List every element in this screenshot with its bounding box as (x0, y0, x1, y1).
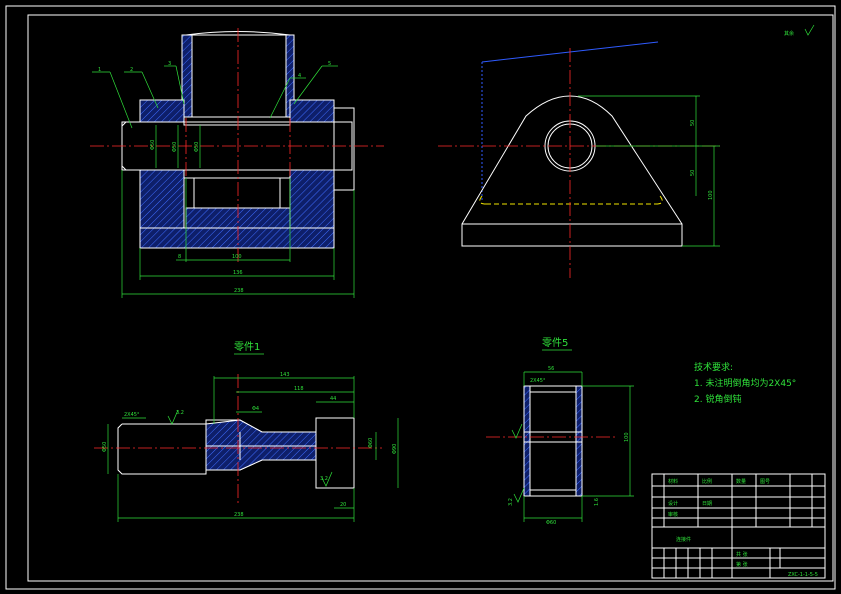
title-block: 材料 比例 数量 图号 设计 审核 日期 共 张 第 张 连接件 ZXC-1-1… (651, 473, 826, 579)
svg-text:Φ60: Φ60 (546, 520, 556, 526)
front-section-view (90, 28, 384, 262)
balloon-3: 3 (168, 61, 171, 67)
svg-text:143: 143 (280, 372, 290, 378)
technical-requirements: 技术要求: 1. 未注明倒角均为2X45° 2. 锐角倒钝 (694, 361, 796, 405)
svg-text:Φ50: Φ50 (102, 442, 108, 452)
svg-text:Φ4: Φ4 (252, 406, 259, 412)
svg-text:材料: 材料 (668, 478, 678, 485)
svg-text:238: 238 (234, 512, 244, 518)
requirement-1: 1. 未注明倒角均为2X45° (694, 377, 796, 389)
part1-view: 零件1 143 118 44 Φ4 2X45° 3.2 Φ50 Φ90 Φ60 (94, 341, 399, 522)
balloon-2: 2 (130, 67, 133, 73)
svg-text:Φ50: Φ50 (194, 142, 200, 152)
svg-text:第 张: 第 张 (736, 561, 748, 568)
cad-drawing-canvas: 其余 1 2 3 4 5 Φ50 Φ50 Φ50 100 8 136 238 5… (5, 5, 836, 590)
svg-text:1.6: 1.6 (594, 498, 600, 506)
svg-text:136: 136 (233, 270, 243, 276)
drawing-number: ZXC-1-1-5-5 (788, 572, 818, 578)
part5-title: 零件5 (542, 337, 568, 349)
svg-text:50: 50 (690, 120, 696, 126)
svg-text:100: 100 (624, 432, 630, 442)
svg-text:审核: 审核 (668, 511, 678, 518)
svg-text:20: 20 (340, 502, 346, 508)
part-name: 连接件 (676, 536, 691, 543)
balloon-4: 4 (298, 73, 301, 79)
svg-text:Φ50: Φ50 (150, 140, 156, 150)
requirement-2: 2. 锐角倒钝 (694, 393, 741, 405)
svg-text:3.2: 3.2 (508, 498, 514, 506)
svg-text:2X45°: 2X45° (124, 412, 140, 418)
part5-view: 零件5 56 2X45° 100 Φ60 3.2 1.6 (486, 337, 634, 526)
svg-text:44: 44 (330, 396, 336, 402)
svg-text:共 张: 共 张 (736, 551, 748, 558)
svg-text:数量: 数量 (736, 478, 746, 485)
balloon-5: 5 (328, 61, 331, 67)
svg-text:图号: 图号 (760, 479, 770, 485)
svg-text:设计: 设计 (668, 500, 678, 507)
side-view: 50 50 100 (438, 41, 720, 278)
balloon-1: 1 (98, 67, 101, 73)
svg-text:50: 50 (690, 170, 696, 176)
svg-text:比例: 比例 (702, 478, 712, 485)
svg-text:Φ60: Φ60 (368, 438, 374, 448)
svg-text:Φ90: Φ90 (392, 444, 398, 454)
part1-title: 零件1 (234, 341, 260, 353)
svg-text:3.2: 3.2 (320, 476, 328, 482)
svg-text:100: 100 (708, 190, 714, 200)
svg-text:8: 8 (178, 254, 181, 260)
svg-text:日期: 日期 (702, 501, 712, 507)
svg-text:100: 100 (232, 254, 242, 260)
svg-text:Φ50: Φ50 (172, 142, 178, 152)
svg-text:238: 238 (234, 288, 244, 294)
svg-text:118: 118 (294, 386, 304, 392)
svg-text:2X45°: 2X45° (530, 378, 546, 384)
svg-text:3.2: 3.2 (176, 410, 184, 416)
surface-roughness-note: 其余 (784, 30, 794, 37)
roughness-symbol (804, 24, 815, 36)
requirements-title: 技术要求: (694, 361, 733, 373)
svg-text:56: 56 (548, 366, 554, 372)
